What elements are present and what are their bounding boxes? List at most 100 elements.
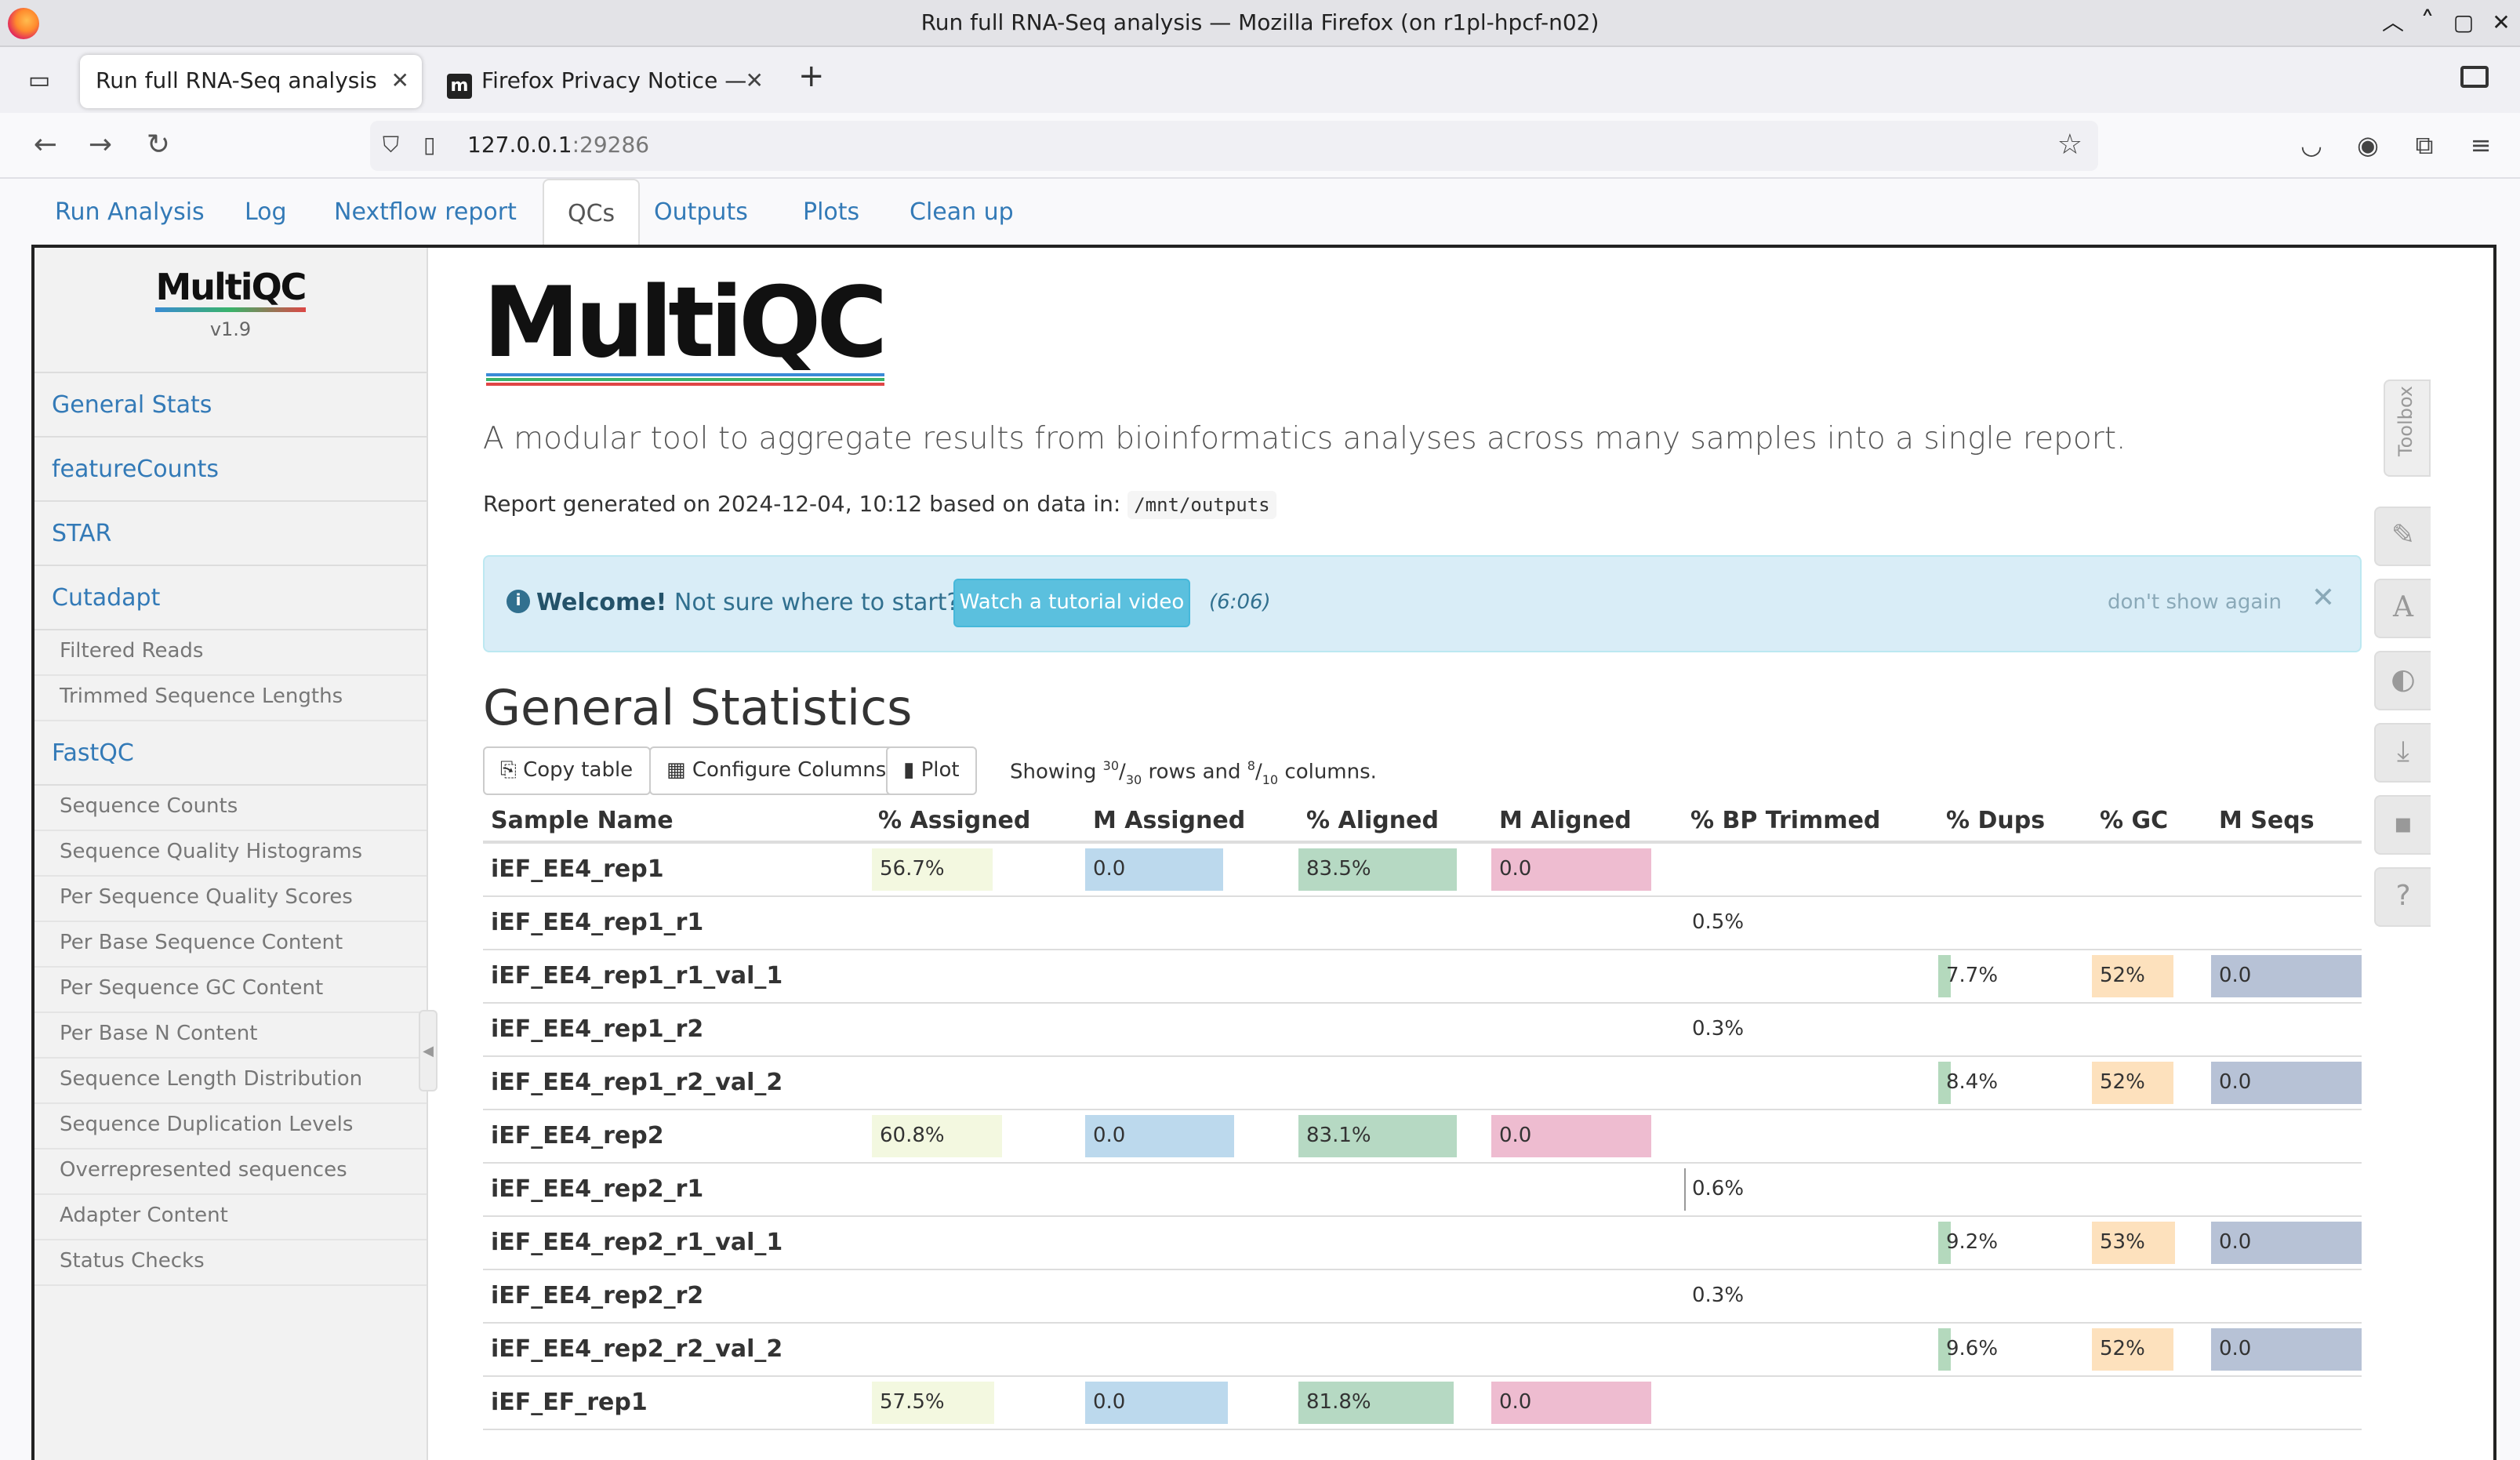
tab-clean-up[interactable]: Clean up [886,179,1037,248]
table-row: iEF_EE4_rep1_r1 0.5% [483,897,2362,950]
menu-icon[interactable]: ≡ [2465,130,2496,160]
toolbox-tab[interactable]: Toolbox [2384,380,2431,477]
plot-button[interactable]: ▮ Plot [886,746,977,795]
tab-qcs[interactable]: QCs [543,179,641,248]
list-all-tabs-icon[interactable] [2460,66,2489,88]
browser-tab-active[interactable]: Run full RNA-Seq analysis ✕ [80,55,422,108]
tab-nextflow-report[interactable]: Nextflow report [310,179,540,248]
col-header-sample-name[interactable]: Sample Name [491,797,674,844]
sidebar-subitem-per-base-n-content[interactable]: Per Base N Content [34,1013,427,1059]
watch-tutorial-button[interactable]: Watch a tutorial video [953,579,1190,627]
table-header: Sample Name % Assigned M Assigned % Alig… [483,797,2362,844]
sidebar-logo[interactable]: MultiQC v1.9 [34,248,427,373]
multiqc-version: v1.9 [209,318,252,340]
pct-bp-trimmed-value: 0.5% [1692,911,1745,935]
account-icon[interactable]: ◉ [2352,130,2384,160]
table-row: iEF_EE4_rep1_r1_val_1 7.7% 52% 0.0 [483,950,2362,1004]
sample-name-cell: iEF_EE4_rep2_r2_val_2 [491,1335,783,1363]
pct-assigned-value: 56.7% [880,858,945,881]
sidebar-subitem-status-checks[interactable]: Status Checks [34,1240,427,1286]
table-row: iEF_EE4_rep2 60.8% 0.0 83.1% 0.0 [483,1110,2362,1164]
sidebar-item-general-stats[interactable]: General Stats [34,373,427,438]
close-tab-icon[interactable]: ✕ [746,55,764,108]
sample-name-cell: iEF_EF_rep1 [491,1388,648,1416]
app-tabs: Run Analysis Log Nextflow report QCs Out… [31,179,2496,248]
m-seqs-value: 0.0 [2219,1231,2252,1255]
sidebar-subitem-sequence-duplication-levels[interactable]: Sequence Duplication Levels [34,1104,427,1149]
table-body: iEF_EE4_rep1 56.7% 0.0 83.5% 0.0 iEF_EE4_rep1… [483,844,2362,1430]
sample-name-cell: iEF_EE4_rep1 [491,855,664,883]
download-icon[interactable]: ⤓ [2374,723,2431,783]
sidebar-subitem-sequence-counts[interactable]: Sequence Counts [34,786,427,831]
tab-label: Run full RNA-Seq analysis [96,69,377,94]
pocket-icon[interactable]: ◡ [2296,130,2327,160]
sidebar-subitem-overrepresented-sequences[interactable]: Overrepresented sequences [34,1149,427,1195]
col-header-pct-gc[interactable]: % GC [2100,797,2168,844]
sample-name-cell: iEF_EE4_rep2 [491,1121,664,1149]
col-header-m-aligned[interactable]: M Aligned [1499,797,1632,844]
configure-columns-button[interactable]: ▦ Configure Columns [649,746,904,795]
pin-icon[interactable]: ✎ [2374,507,2431,566]
m-seqs-value: 0.0 [2219,1338,2252,1361]
report-generated-text: Report generated on 2024-12-04, 10:12 ba… [483,491,1276,519]
col-header-pct-assigned[interactable]: % Assigned [878,797,1030,844]
save-icon[interactable]: ▪ [2374,795,2431,855]
maximize-icon[interactable]: ▢ [2446,0,2481,47]
sidebar-subitem-sequence-quality-histograms[interactable]: Sequence Quality Histograms [34,831,427,877]
collapse-icon[interactable]: ˄ [2410,0,2445,47]
reload-icon[interactable]: ↻ [140,129,177,163]
tutorial-duration: (6:06) [1209,591,1271,615]
back-icon[interactable]: ← [27,129,64,163]
m-assigned-value: 0.0 [1093,1124,1126,1148]
sidebar-item-fastqc[interactable]: FastQC [34,721,427,786]
minimize-icon[interactable]: ︿ [2376,0,2410,47]
multiqc-logo-small: MultiQC [155,270,307,312]
url-bar[interactable]: ⛉ ▯ 127.0.0.1:29286 ☆ [370,121,2098,171]
navigation-bar: ← → ↻ ⛉ ▯ 127.0.0.1:29286 ☆ ◡ ◉ ⧉ ≡ [0,113,2520,179]
tab-run-analysis[interactable]: Run Analysis [31,179,228,248]
pct-bp-trimmed-value: 0.6% [1692,1178,1745,1201]
col-header-pct-aligned[interactable]: % Aligned [1306,797,1439,844]
tab-outputs[interactable]: Outputs [630,179,772,248]
sample-name-cell: iEF_EE4_rep1_r2_val_2 [491,1068,783,1096]
help-icon[interactable]: ? [2374,867,2431,927]
close-alert-icon[interactable]: ✕ [2311,582,2335,615]
pct-bp-trimmed-bar [1684,1168,1686,1211]
sidebar-subitem-per-base-sequence-content[interactable]: Per Base Sequence Content [34,922,427,968]
m-seqs-value: 0.0 [2219,964,2252,988]
sidebar-subitem-adapter-content[interactable]: Adapter Content [34,1195,427,1240]
bookmark-star-icon[interactable]: ☆ [2057,129,2082,162]
sidebar-item-cutadapt[interactable]: Cutadapt [34,566,427,630]
sidebar-subitem-filtered-reads[interactable]: Filtered Reads [34,630,427,676]
hide-icon[interactable]: ◐ [2374,651,2431,710]
sidebar-item-star[interactable]: STAR [34,502,427,566]
shield-icon[interactable]: ⛉ [383,133,399,158]
pct-dups-value: 9.6% [1946,1338,1999,1361]
window-title: Run full RNA-Seq analysis — Mozilla Fire… [920,11,1600,36]
browser-tab-privacy[interactable]: m Firefox Privacy Notice — ✕ [431,55,776,108]
sidebar-item-featurecounts[interactable]: featureCounts [34,438,427,502]
close-window-icon[interactable]: ✕ [2484,0,2518,47]
sidebar-subitem-per-sequence-quality-scores[interactable]: Per Sequence Quality Scores [34,877,427,922]
copy-table-button[interactable]: ⎘ Copy table [483,746,651,795]
sidebar-subitem-trimmed-sequence-lengths[interactable]: Trimmed Sequence Lengths [34,676,427,721]
new-tab-icon[interactable]: + [798,56,825,94]
col-header-pct-dups[interactable]: % Dups [1946,797,2045,844]
col-header-pct-bp-trimmed[interactable]: % BP Trimmed [1690,797,1880,844]
table-row: iEF_EE4_rep2_r1_val_1 9.2% 53% 0.0 [483,1217,2362,1270]
sidebar-subitem-sequence-length-distribution[interactable]: Sequence Length Distribution [34,1059,427,1104]
firefox-view-icon[interactable]: ▭ [22,64,56,96]
extensions-icon[interactable]: ⧉ [2409,130,2440,162]
rename-icon[interactable]: A [2374,579,2431,638]
tab-plots[interactable]: Plots [779,179,883,248]
col-header-m-seqs[interactable]: M Seqs [2219,797,2315,844]
dont-show-again-link[interactable]: don't show again [2108,591,2282,615]
url-text[interactable]: 127.0.0.1:29286 [467,121,649,171]
tab-log[interactable]: Log [221,179,310,248]
pct-gc-value: 52% [2100,1071,2145,1095]
forward-icon[interactable]: → [82,129,119,163]
close-tab-icon[interactable]: ✕ [391,55,409,108]
sidebar-subitem-per-sequence-gc-content[interactable]: Per Sequence GC Content [34,968,427,1013]
general-stats-table: Sample Name % Assigned M Assigned % Alig… [483,797,2362,1430]
col-header-m-assigned[interactable]: M Assigned [1093,797,1245,844]
